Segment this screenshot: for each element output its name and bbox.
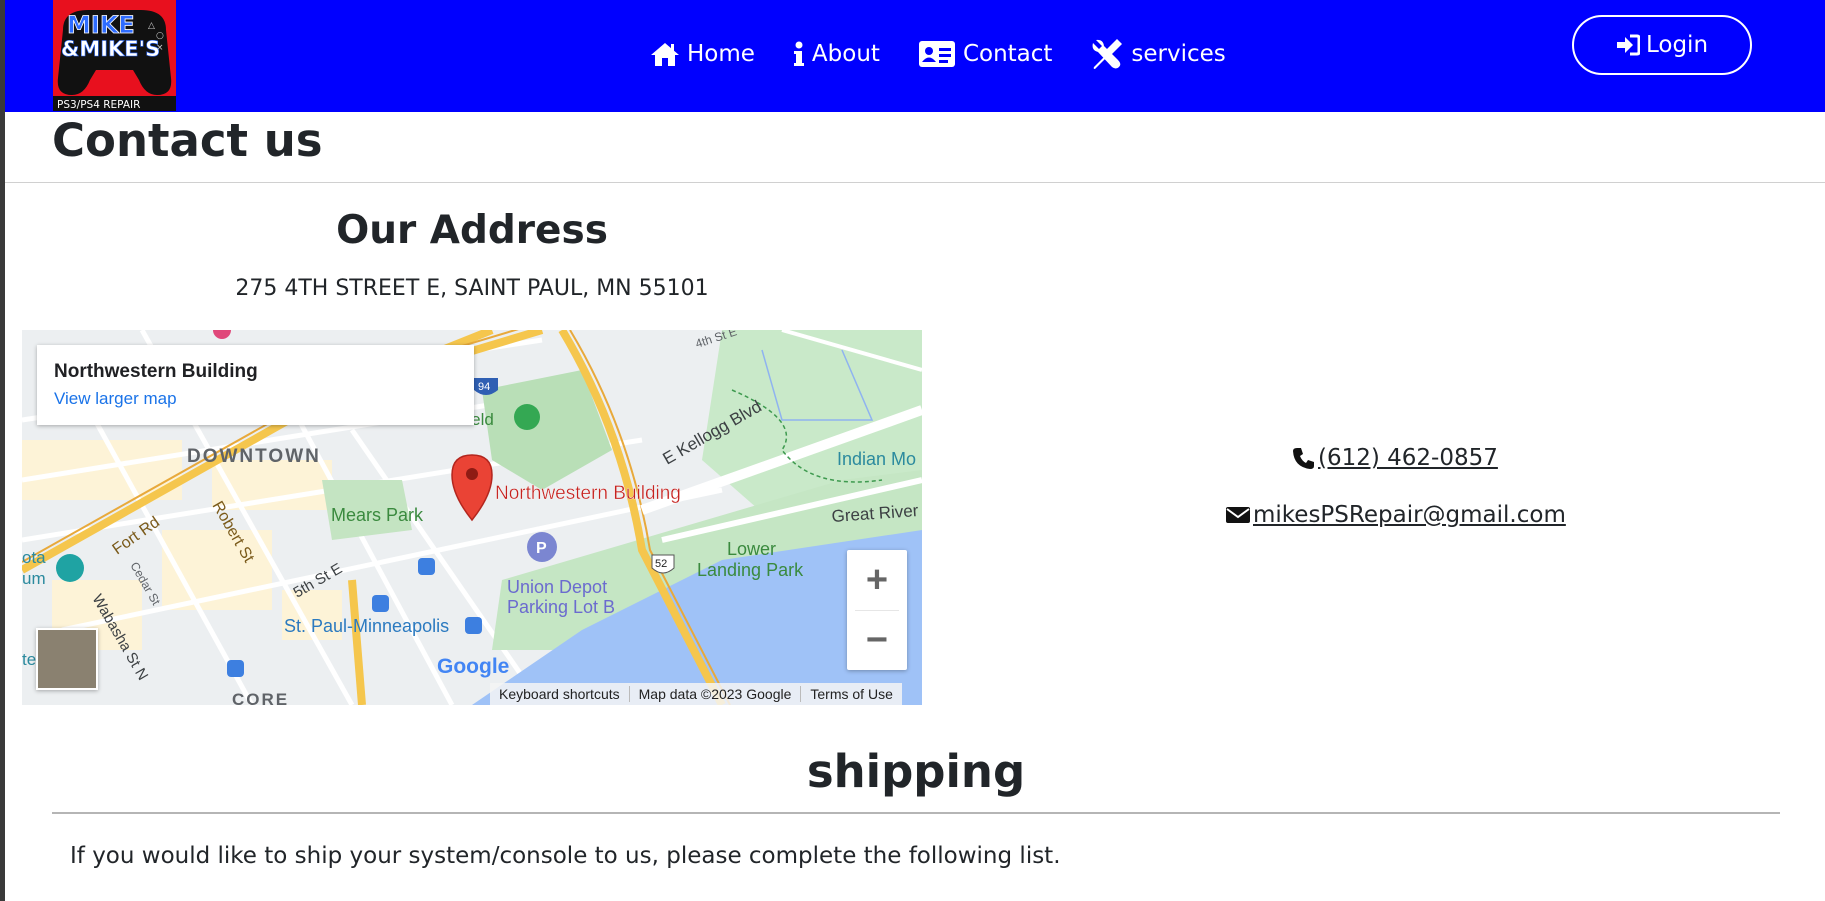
map-label-te: te [22,650,36,669]
shipping-divider [52,812,1780,814]
address-heading: Our Address [336,208,608,253]
map-footer: Keyboard shortcuts Map data ©2023 Google… [490,683,902,705]
title-divider [5,182,1825,183]
view-larger-map-link[interactable]: View larger map [54,389,457,409]
park-poi-icon[interactable] [514,404,540,430]
logo-bottom-text: PS3/PS4 REPAIR [57,99,140,111]
home-icon [651,43,679,66]
terms-of-use-link[interactable]: Terms of Use [801,686,901,702]
gamepad-logo-icon: MIKE &MIKE'S △ ○ × PS3/PS4 REPAIR [53,0,176,111]
map-label-ota: ota [22,548,46,567]
map-label-union-depot: Union Depot [507,577,607,597]
svg-text:○: ○ [156,31,164,41]
nav-services[interactable]: services [1090,37,1226,71]
map-label-um: um [22,569,46,588]
zoom-in-button[interactable]: + [847,550,907,610]
logo-top-text: MIKE [67,11,135,39]
nav-home-label: Home [687,41,755,67]
map-label-core: CORE [232,690,289,705]
map-label-st-paul-mpls: St. Paul-Minneapolis [284,616,449,636]
google-logo: Google [437,655,509,678]
keyboard-shortcuts-link[interactable]: Keyboard shortcuts [490,686,630,702]
window-edge [0,0,5,901]
map-data-text: Map data ©2023 Google [630,686,802,702]
nav-services-label: services [1131,41,1226,67]
address-text: 275 4TH STREET E, SAINT PAUL, MN 55101 [235,276,709,301]
transit-icon[interactable] [465,617,482,634]
transit-icon[interactable] [227,660,244,677]
svg-text:52: 52 [655,558,667,570]
envelope-icon [1226,507,1250,523]
sign-in-icon [1616,34,1640,56]
nav-home[interactable]: Home [650,41,755,67]
svg-text:94: 94 [478,381,490,393]
email-link[interactable]: mikesPSRepair@gmail.com [1225,502,1566,528]
logo-mid-text: &MIKE'S [61,37,160,61]
map-pin-label: Northwestern Building [495,483,681,504]
nav-contact-label: Contact [962,41,1053,67]
shipping-heading: shipping [806,745,1026,798]
site-logo[interactable]: MIKE &MIKE'S △ ○ × PS3/PS4 REPAIR [53,0,176,111]
nav-contact[interactable]: Contact [918,40,1052,68]
map-label-lower: Lower [727,539,776,559]
transit-icon[interactable] [372,595,389,612]
map-place-title: Northwestern Building [54,361,258,382]
zoom-control: + − [847,550,907,670]
museum-icon[interactable] [56,554,84,582]
embedded-map[interactable]: DOWNTOWN Mears Park E Kellogg Blvd India… [22,330,922,705]
zoom-out-button[interactable]: − [847,610,907,670]
phone-link[interactable]: (612) 462-0857 [1292,445,1498,471]
route-94-shield: 94 [474,378,498,395]
svg-text:P: P [536,540,547,557]
tools-icon [1092,39,1123,69]
email-address: mikesPSRepair@gmail.com [1253,502,1566,528]
main-nav: Home About Contact services [650,34,1264,74]
info-icon [793,41,804,66]
route-52-shield: 52 [651,554,675,574]
zoom-divider [855,610,899,611]
map-place-card: Northwestern Building View larger map [37,345,474,425]
map-label-landing-park: Landing Park [697,560,804,580]
id-card-icon [918,41,955,67]
map-label-mears-park: Mears Park [331,505,424,525]
page-title: Contact us [52,114,323,167]
svg-text:△: △ [148,21,155,31]
top-navbar: MIKE &MIKE'S △ ○ × PS3/PS4 REPAIR Home A… [5,0,1825,112]
phone-number: (612) 462-0857 [1318,445,1498,471]
nav-about[interactable]: About [793,41,880,67]
shipping-instructions: If you would like to ship your system/co… [70,843,1061,869]
svg-text:×: × [156,43,164,53]
nav-about-label: About [811,41,880,67]
login-button[interactable]: Login [1572,15,1752,75]
transit-icon[interactable] [418,558,435,575]
satellite-toggle[interactable] [36,628,98,690]
login-label: Login [1645,32,1709,58]
phone-icon [1293,448,1314,469]
map-label-indian: Indian Mo [837,449,916,469]
map-label-downtown: DOWNTOWN [187,446,321,467]
map-label-parking: Parking Lot B [507,597,615,617]
